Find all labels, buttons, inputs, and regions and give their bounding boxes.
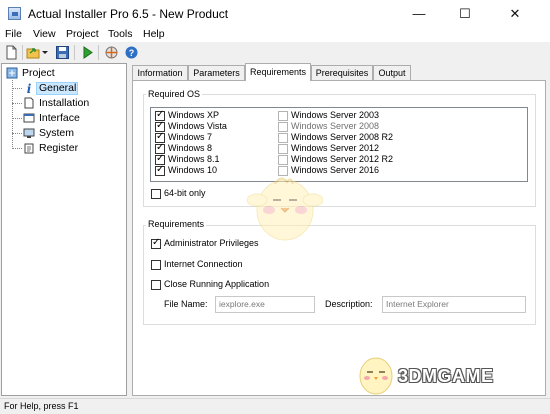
os-label: Windows 7: [168, 132, 213, 142]
status-bar: For Help, press F1: [0, 398, 550, 414]
tree-connector: [12, 118, 22, 119]
close-running-app-label: Close Running Application: [164, 279, 270, 289]
close-running-app-checkbox[interactable]: [151, 280, 161, 290]
tab-information[interactable]: Information: [132, 65, 188, 80]
tree-item-general[interactable]: General: [39, 82, 76, 95]
file-name-label: File Name:: [164, 299, 208, 309]
tree-connector: [12, 133, 22, 134]
info-icon: i: [23, 82, 35, 96]
maximize-button[interactable]: ☐: [442, 0, 488, 27]
status-text: For Help, press F1: [4, 401, 79, 411]
mascot-watermark-corner: [356, 352, 396, 396]
os-checkbox-server-2003[interactable]: [278, 111, 288, 121]
project-icon: [6, 67, 18, 79]
menu-file[interactable]: File: [5, 27, 22, 42]
save-icon[interactable]: [55, 45, 70, 60]
tree-item-register[interactable]: Register: [39, 142, 78, 155]
os-label: Windows Server 2012 R2: [291, 154, 394, 164]
build-run-icon[interactable]: [80, 45, 95, 60]
tree-item-installation[interactable]: Installation: [39, 97, 89, 110]
system-icon: [23, 127, 35, 139]
os-checkbox-server-2012-r2[interactable]: [278, 155, 288, 165]
tree-connector: [12, 103, 22, 104]
required-os-title: Required OS: [146, 89, 203, 100]
toolbar-separator: [98, 45, 99, 60]
minimize-button[interactable]: —: [396, 0, 442, 27]
close-button[interactable]: ✕: [492, 0, 538, 27]
toolbar-separator: [22, 45, 23, 60]
build-icon[interactable]: [104, 45, 119, 60]
toolbar-separator: [74, 45, 75, 60]
admin-privileges-checkbox[interactable]: [151, 237, 161, 249]
os-label: Windows 10: [168, 165, 218, 175]
os-label: Windows XP: [168, 110, 220, 120]
admin-privileges-label: Administrator Privileges: [164, 238, 259, 248]
tab-prerequisites[interactable]: Prerequisites: [311, 65, 373, 80]
description-label: Description:: [325, 299, 373, 309]
tree-connector: [12, 148, 22, 149]
internet-connection-checkbox[interactable]: [151, 260, 161, 270]
menu-tools[interactable]: Tools: [108, 27, 133, 42]
os-label: Windows Server 2008 R2: [291, 132, 394, 142]
app-icon: [8, 7, 21, 20]
os-label: Windows 8: [168, 143, 213, 153]
new-file-icon[interactable]: [4, 45, 19, 60]
os-checkbox-windows-10[interactable]: [155, 164, 165, 176]
os-label: Windows Server 2008: [291, 121, 380, 131]
window-title: Actual Installer Pro 6.5 - New Product: [28, 7, 229, 21]
tree-item-interface[interactable]: Interface: [39, 112, 80, 125]
menu-help[interactable]: Help: [143, 27, 165, 42]
requirements-title: Requirements: [146, 219, 207, 230]
open-folder-icon[interactable]: [26, 45, 41, 60]
tab-parameters[interactable]: Parameters: [188, 65, 245, 80]
os-checkbox-server-2008[interactable]: [278, 122, 288, 132]
mascot-watermark-center: [246, 170, 324, 244]
tree-item-system[interactable]: System: [39, 127, 74, 140]
dropdown-arrow-icon[interactable]: [41, 45, 49, 60]
tree-connector: [12, 80, 13, 149]
tree-connector: [12, 88, 22, 89]
menu-bar: File View Project Tools Help: [0, 27, 550, 42]
os-checkbox-server-2008-r2[interactable]: [278, 133, 288, 143]
64bit-only-label: 64-bit only: [164, 188, 206, 198]
toolbar: ?: [0, 42, 550, 63]
tab-output[interactable]: Output: [373, 65, 411, 80]
register-icon: [23, 142, 35, 154]
internet-connection-label: Internet Connection: [164, 259, 243, 269]
description-field[interactable]: Internet Explorer: [382, 296, 526, 313]
svg-text:i: i: [27, 82, 32, 94]
os-label: Windows Server 2003: [291, 110, 380, 120]
menu-project[interactable]: Project: [66, 27, 99, 42]
64bit-only-checkbox[interactable]: [151, 189, 161, 199]
file-name-field[interactable]: iexplore.exe: [215, 296, 315, 313]
os-label: Windows Server 2012: [291, 143, 380, 153]
os-checkbox-server-2012[interactable]: [278, 144, 288, 154]
svg-text:?: ?: [129, 48, 135, 58]
tree-root-project[interactable]: Project: [22, 67, 55, 80]
installation-icon: [23, 97, 35, 109]
tab-requirements[interactable]: Requirements: [245, 63, 311, 81]
interface-icon: [23, 112, 35, 124]
watermark-text: 3DMGAME: [398, 366, 494, 386]
help-icon[interactable]: ?: [124, 45, 139, 60]
title-bar: Actual Installer Pro 6.5 - New Product —…: [0, 0, 550, 27]
os-label: Windows Vista: [168, 121, 227, 131]
menu-view[interactable]: View: [33, 27, 56, 42]
os-label: Windows 8.1: [168, 154, 220, 164]
